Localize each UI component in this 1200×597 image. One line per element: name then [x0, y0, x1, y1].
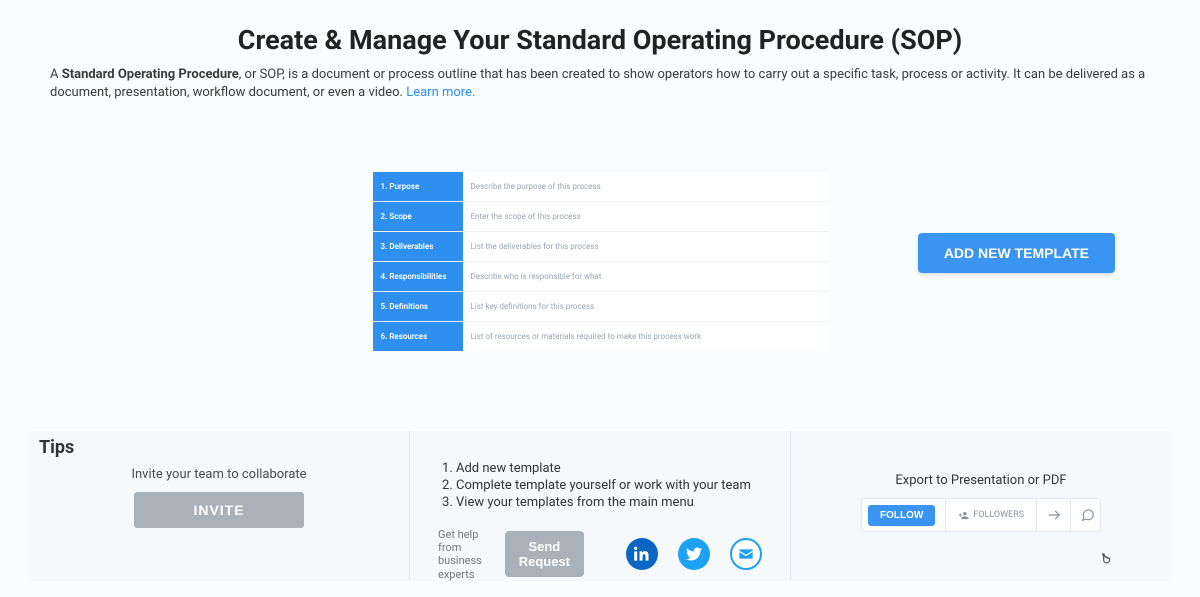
template-row: 1. Purpose Describe the purpose of this … — [373, 172, 828, 202]
follow-button[interactable]: FOLLOW — [868, 505, 935, 526]
page-title: Create & Manage Your Standard Operating … — [0, 0, 1200, 56]
template-row-label: 4. Responsibilities — [373, 262, 463, 291]
help-text: Get help from business experts — [438, 528, 491, 581]
template-row-hint: Enter the scope of this process — [463, 202, 828, 231]
intro-prefix: A — [50, 67, 62, 82]
template-row-label: 6. Resources — [373, 322, 463, 351]
intro-paragraph: A Standard Operating Procedure, or SOP, … — [0, 56, 1200, 101]
template-row: 6. Resources List of resources or materi… — [373, 322, 828, 351]
twitter-icon[interactable] — [678, 538, 710, 570]
tips-col-export: Export to Presentation or PDF FOLLOW FOL… — [791, 431, 1171, 581]
intro-bold: Standard Operating Procedure — [62, 67, 239, 82]
template-row: 4. Responsibilities Describe who is resp… — [373, 262, 828, 292]
invite-text: Invite your team to collaborate — [57, 467, 381, 482]
step-item: Complete template yourself or work with … — [456, 478, 762, 493]
template-row: 3. Deliverables List the deliverables fo… — [373, 232, 828, 262]
template-row-label: 1. Purpose — [373, 172, 463, 201]
send-request-button[interactable]: Send Request — [505, 531, 584, 577]
template-row-label: 2. Scope — [373, 202, 463, 231]
tips-col-invite: Invite your team to collaborate INVITE — [29, 431, 410, 581]
export-title: Export to Presentation or PDF — [819, 473, 1143, 488]
template-row: 5. Definitions List key definitions for … — [373, 292, 828, 322]
template-row-hint: List the deliverables for this process — [463, 232, 828, 261]
share-icon[interactable] — [1037, 499, 1071, 531]
template-preview: 1. Purpose Describe the purpose of this … — [373, 172, 828, 351]
template-row-hint: Describe the purpose of this process — [463, 172, 828, 201]
template-row-hint: Describe who is responsible for what — [463, 262, 828, 291]
cursor-icon — [1099, 551, 1113, 569]
email-icon[interactable] — [730, 538, 762, 570]
linkedin-icon[interactable] — [626, 538, 658, 570]
template-row-hint: List key definitions for this process — [463, 292, 828, 321]
template-row-label: 5. Definitions — [373, 292, 463, 321]
tips-panel: Tips Invite your team to collaborate INV… — [29, 431, 1171, 581]
person-add-icon — [958, 510, 969, 521]
step-item: View your templates from the main menu — [456, 495, 762, 510]
template-row: 2. Scope Enter the scope of this process — [373, 202, 828, 232]
template-row-hint: List of resources or materials required … — [463, 322, 828, 351]
learn-more-link[interactable]: Learn more. — [406, 85, 475, 100]
steps-list: Add new template Complete template yours… — [438, 461, 762, 510]
invite-button[interactable]: INVITE — [134, 492, 304, 528]
tips-col-steps: Add new template Complete template yours… — [410, 431, 791, 581]
comment-icon[interactable] — [1071, 499, 1105, 531]
followers-button[interactable]: FOLLOWERS — [945, 499, 1037, 531]
export-toolbar: FOLLOW FOLLOWERS — [861, 498, 1101, 532]
step-item: Add new template — [456, 461, 762, 476]
template-row-label: 3. Deliverables — [373, 232, 463, 261]
followers-label: FOLLOWERS — [973, 510, 1024, 520]
add-new-template-button[interactable]: ADD NEW TEMPLATE — [918, 233, 1115, 273]
